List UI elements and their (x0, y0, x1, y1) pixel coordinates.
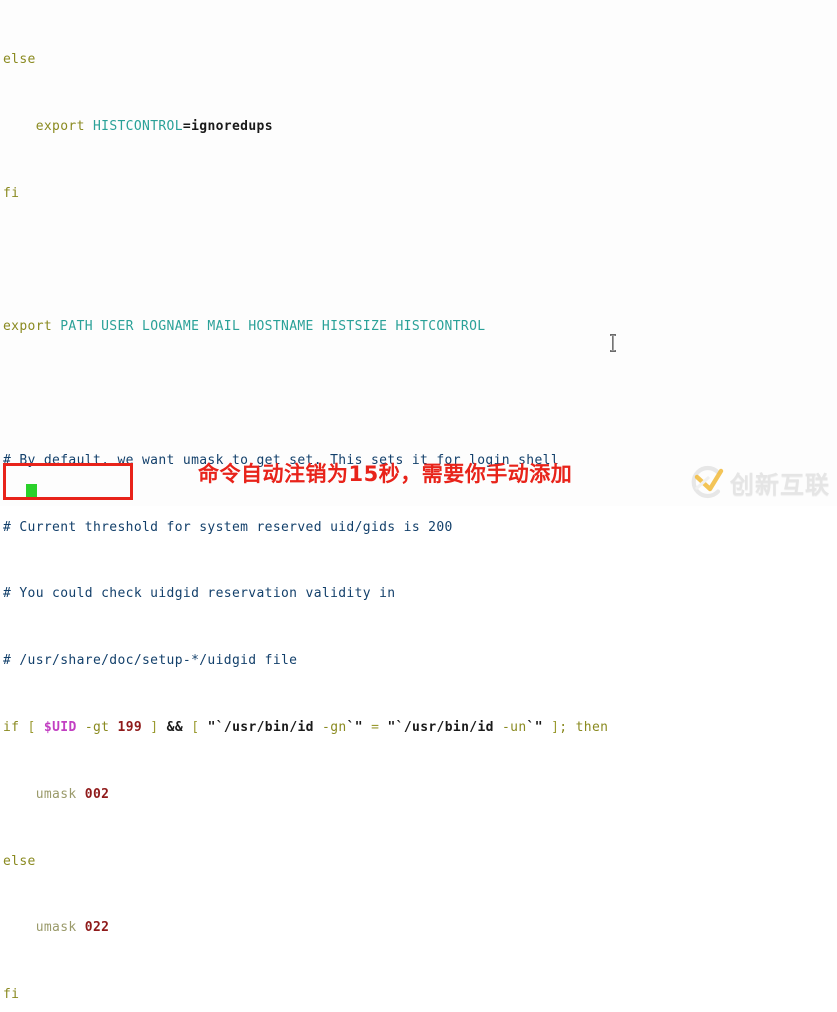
code-line: export HISTCONTROL=ignoredups (3, 118, 273, 134)
code-line-comment: # You could check uidgid reservation val… (3, 586, 396, 602)
watermark-label: 创新互联 (730, 470, 830, 499)
code-line-comment: # /usr/share/doc/setup-*/uidgid file (3, 653, 298, 669)
annotation-text: 命令自动注销为15秒，需要你手动添加 (198, 462, 573, 486)
vi-cursor-block (26, 484, 37, 498)
code-line: fi (3, 987, 20, 1003)
code-line: if [ $UID -gt 199 ] && [ "`/usr/bin/id -… (3, 720, 609, 736)
code-line: export PATH USER LOGNAME MAIL HOSTNAME H… (3, 319, 486, 335)
watermark: 创新互联 (688, 462, 830, 502)
code-line: fi (3, 185, 20, 201)
code-line: else (3, 52, 36, 68)
code-line: umask 022 (3, 920, 110, 936)
code-line: umask 002 (3, 786, 110, 802)
code-content: else export HISTCONTROL=ignoredups fi ex… (3, 2, 608, 1012)
circle-swoosh-logo-icon (691, 465, 724, 499)
text-ibeam-cursor-icon (609, 334, 617, 352)
code-line-comment: # Current threshold for system reserved … (3, 519, 453, 535)
vi-editor-pane[interactable]: else export HISTCONTROL=ignoredups fi ex… (0, 0, 837, 1002)
code-line: else (3, 853, 36, 869)
